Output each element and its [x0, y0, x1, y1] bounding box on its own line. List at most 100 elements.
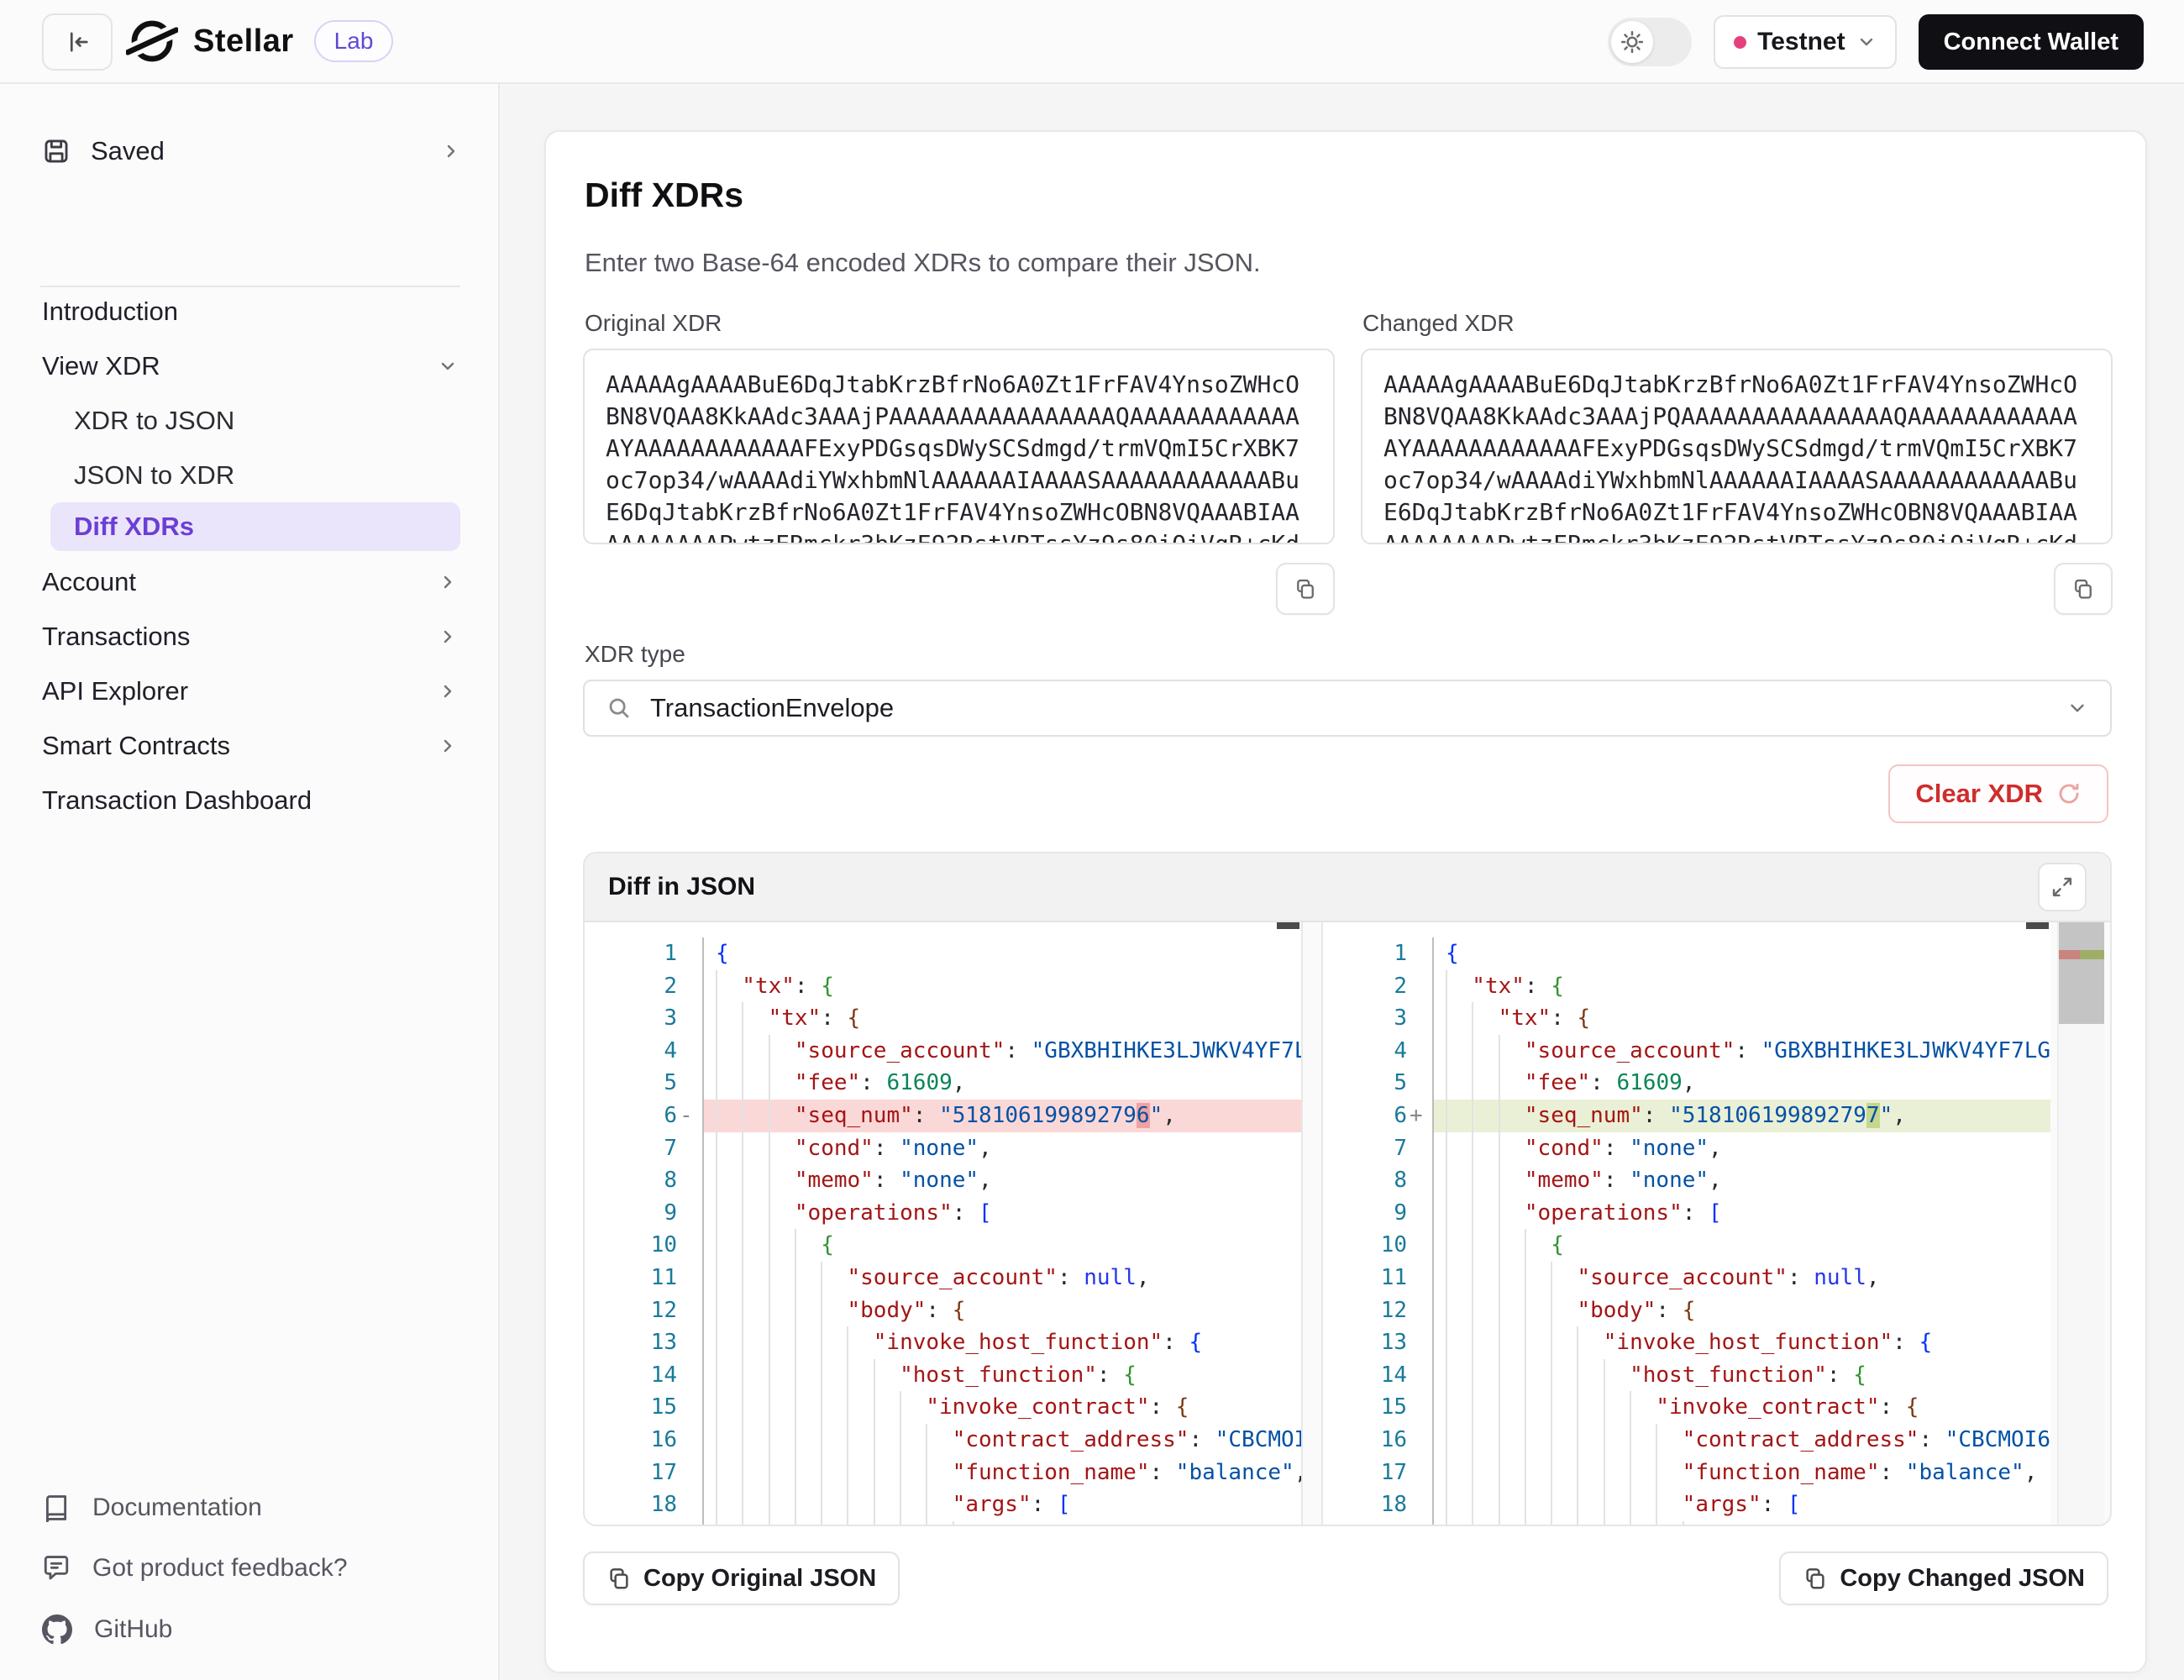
code-content: "tx": { — [1432, 1002, 2050, 1035]
line-number: 17 — [585, 1457, 677, 1489]
expand-diff-button[interactable] — [2038, 863, 2087, 911]
line-number: 7 — [1323, 1132, 1407, 1165]
sidebar-item-saved[interactable]: Saved — [0, 121, 500, 181]
diff-sign — [1407, 1359, 1432, 1392]
chevron-right-icon — [441, 141, 461, 161]
line-number: 18 — [585, 1488, 677, 1521]
theme-toggle[interactable] — [1608, 18, 1692, 66]
network-select[interactable]: Testnet — [1714, 15, 1896, 69]
sidebar-item-label: API Explorer — [42, 676, 438, 706]
chevron-right-icon — [438, 681, 458, 701]
sidebar-item-label: Introduction — [42, 297, 458, 327]
clear-xdr-button[interactable]: Clear XDR — [1888, 764, 2108, 823]
diff-sign — [1407, 937, 1432, 970]
line-number: 11 — [1323, 1262, 1407, 1294]
diff-overview-added-mark — [2080, 950, 2104, 959]
sidebar-item-diff-xdrs[interactable]: Diff XDRs — [0, 499, 500, 554]
code-line: 2"tx": { — [585, 970, 1301, 1003]
copy-changed-xdr-button[interactable] — [2054, 563, 2113, 615]
save-icon — [42, 137, 71, 165]
connect-wallet-button[interactable]: Connect Wallet — [1919, 14, 2144, 70]
diff-pane-changed[interactable]: 1{2"tx": {3"tx": {4"source_account": "GB… — [1321, 922, 2050, 1526]
line-number: 18 — [1323, 1488, 1407, 1521]
sidebar-item-transaction-dashboard[interactable]: Transaction Dashboard — [0, 773, 500, 828]
chevron-down-icon — [2066, 697, 2088, 719]
vertical-scrollbar-thumb[interactable] — [2059, 922, 2104, 1024]
code-content: "host_function": { — [702, 1359, 1301, 1392]
horizontal-scrollbar-thumb[interactable] — [2026, 922, 2049, 929]
code-content: "args": [ — [702, 1488, 1301, 1521]
diff-sign — [677, 1002, 702, 1035]
sidebar-item-xdr-to-json[interactable]: XDR to JSON — [0, 393, 500, 449]
sidebar-item-transactions[interactable]: Transactions — [0, 609, 500, 664]
github-icon — [42, 1614, 72, 1645]
top-header: Stellar Lab Testnet Connect Wallet — [0, 0, 2184, 84]
code-line: 18 "args": [ — [585, 1488, 1301, 1521]
diff-sign — [1407, 1262, 1432, 1294]
copy-icon — [2071, 577, 2095, 601]
code-line: 11"source_account": null, — [585, 1262, 1301, 1294]
code-line: 12"body": { — [585, 1294, 1301, 1327]
collapse-sidebar-button[interactable] — [42, 13, 113, 71]
horizontal-scrollbar-thumb[interactable] — [1277, 922, 1299, 929]
original-xdr-input[interactable]: AAAAAgAAAABuE6DqJtabKrzBfrNo6A0Zt1FrFAV4… — [583, 349, 1335, 544]
copy-changed-json-button[interactable]: Copy Changed JSON — [1779, 1551, 2108, 1605]
code-line: 9"operations": [ — [1323, 1197, 2050, 1230]
code-line: 1{ — [585, 937, 1301, 970]
code-line: 4"source_account": "GBXBHIHKE3LJWKV4YF7L… — [585, 1035, 1301, 1068]
page-description: Enter two Base-64 encoded XDRs to compar… — [585, 248, 1261, 278]
network-name: Testnet — [1757, 28, 1845, 56]
diff-sign — [677, 1164, 702, 1197]
copy-original-json-button[interactable]: Copy Original JSON — [583, 1551, 900, 1605]
copy-original-xdr-button[interactable] — [1276, 563, 1335, 615]
code-line: 10{ — [1323, 1229, 2050, 1262]
sidebar-item-api-explorer[interactable]: API Explorer — [0, 664, 500, 719]
line-number: 3 — [585, 1002, 677, 1035]
line-number: 15 — [1323, 1391, 1407, 1424]
sidebar-item-account[interactable]: Account — [0, 554, 500, 610]
sidebar-item-json-to-xdr[interactable]: JSON to XDR — [0, 448, 500, 503]
line-number: 9 — [1323, 1197, 1407, 1230]
line-number: 16 — [585, 1424, 677, 1457]
sidebar-link-label: Got product feedback? — [92, 1554, 348, 1583]
diff-sign — [677, 1457, 702, 1489]
sidebar-link-feedback[interactable]: Got product feedback? — [0, 1541, 500, 1595]
line-number: 1 — [585, 937, 677, 970]
code-content: "args": [ — [1432, 1488, 2050, 1521]
line-number: 5 — [585, 1067, 677, 1100]
sidebar-item-smart-contracts[interactable]: Smart Contracts — [0, 718, 500, 774]
code-content: "source_account": null, — [702, 1262, 1301, 1294]
diff-xdrs-card: Diff XDRs Enter two Base-64 encoded XDRs… — [544, 130, 2147, 1673]
diff-sign — [677, 1359, 702, 1392]
diff-sign — [1407, 1164, 1432, 1197]
diff-sign: + — [1407, 1100, 1432, 1132]
code-line: 16"contract_address": "CBCMOI6GVNQR5QFAK… — [585, 1424, 1301, 1457]
sidebar-item-introduction[interactable]: Introduction — [0, 284, 500, 339]
brand-name: Stellar — [193, 24, 294, 60]
diff-sign — [1407, 1488, 1432, 1521]
vertical-scrollbar[interactable] — [2057, 922, 2104, 1526]
sidebar-link-documentation[interactable]: Documentation — [0, 1481, 500, 1535]
code-line: 15"invoke_contract": { — [585, 1391, 1301, 1424]
code-content: "source_account": "GBXBHIHKE3LJWKV4YF7LG… — [702, 1035, 1301, 1068]
changed-xdr-input[interactable]: AAAAAgAAAABuE6DqJtabKrzBfrNo6A0Zt1FrFAV4… — [1361, 349, 2113, 544]
diff-sign — [677, 1035, 702, 1068]
xdr-type-select[interactable]: TransactionEnvelope — [583, 680, 2112, 737]
code-content: "seq_num": "518106199892797", — [1432, 1100, 2050, 1132]
sidebar-item-view-xdr[interactable]: View XDR — [0, 339, 500, 394]
code-line: 7"cond": "none", — [585, 1132, 1301, 1165]
sidebar-item-label: JSON to XDR — [74, 460, 458, 491]
code-line: 19{ — [1323, 1521, 2050, 1526]
code-line: 4"source_account": "GBXBHIHKE3LJWKV4YF7L… — [1323, 1035, 2050, 1068]
code-content: "invoke_host_function": { — [1432, 1326, 2050, 1359]
line-number: 14 — [1323, 1359, 1407, 1392]
diff-json-panel: Diff in JSON 1{2"tx": {3"tx": {4"source_… — [583, 852, 2112, 1526]
code-line: 16"contract_address": "CBCMOI6GVNQR5QFAK… — [1323, 1424, 2050, 1457]
diff-sign — [1407, 1197, 1432, 1230]
code-content: "body": { — [702, 1294, 1301, 1327]
sidebar-item-label: XDR to JSON — [74, 406, 458, 436]
sidebar-link-github[interactable]: GitHub — [0, 1603, 500, 1656]
diff-pane-original[interactable]: 1{2"tx": {3"tx": {4"source_account": "GB… — [585, 922, 1303, 1526]
copy-changed-json-label: Copy Changed JSON — [1840, 1565, 2085, 1593]
line-number: 6 — [1323, 1100, 1407, 1132]
